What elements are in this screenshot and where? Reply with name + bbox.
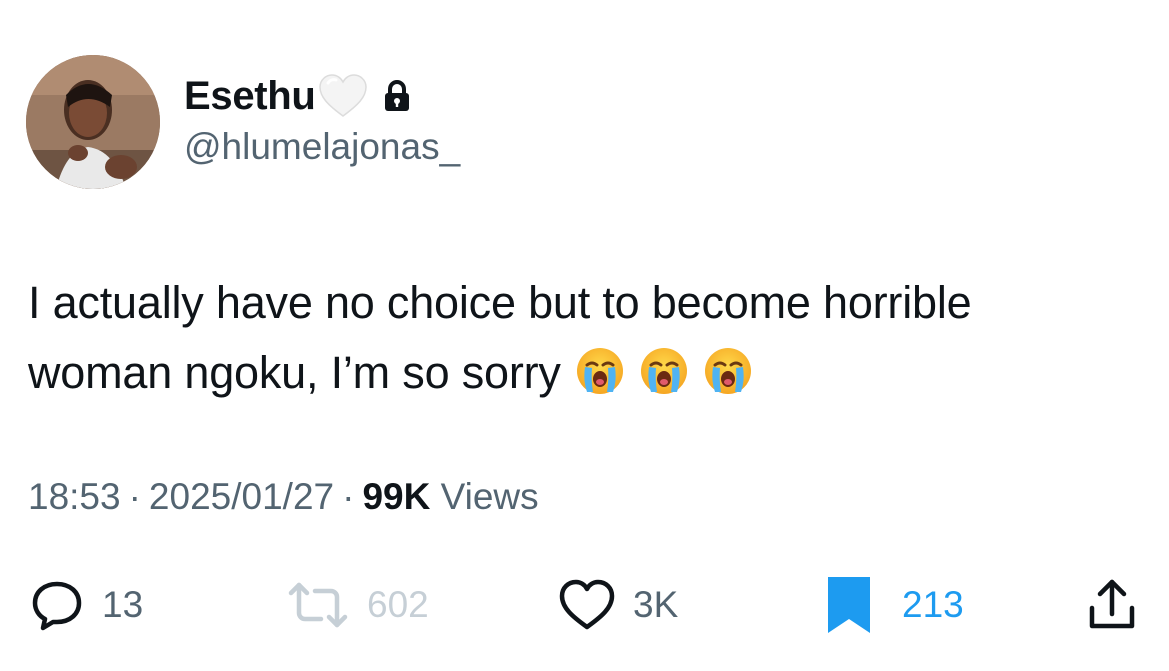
tweet-date[interactable]: 2025/01/27 [149,476,334,517]
loudly-crying-face-icon [575,346,625,396]
reply-count: 13 [102,584,144,625]
tweet-text-line: I actually have no choice but to become … [28,277,972,328]
tweet-time[interactable]: 18:53 [28,476,121,517]
like-count: 3K [633,584,679,625]
bookmark-icon [826,575,872,635]
lock-icon [382,79,412,113]
author-name-row: Esethu [184,70,412,122]
like-button[interactable]: 3K [557,570,678,640]
retweet-button[interactable]: 602 [285,570,429,640]
author-handle[interactable]: @hlumelajonas_ [184,126,460,168]
loudly-crying-face-icon [703,346,753,396]
tweet-text-line: woman ngoku, I’m so sorry [28,338,1148,408]
bookmark-count: 213 [902,584,964,625]
tweet-text: I actually have no choice but to become … [28,268,1148,408]
tweet-meta: 18:53 · 2025/01/27 · 99K Views [28,476,539,518]
author-display-name[interactable]: Esethu [184,74,316,119]
white-heart-icon [318,73,368,119]
retweet-icon [285,577,351,633]
reply-button[interactable]: 13 [28,570,143,640]
share-button[interactable] [1084,570,1140,640]
share-icon [1084,576,1140,634]
retweet-count: 602 [367,584,429,625]
meta-separator: · [128,476,141,517]
avatar[interactable] [26,55,160,189]
views-count: 99K [362,476,431,517]
tweet-card: Esethu @hlumelajonas_ I actually have no… [0,0,1169,671]
loudly-crying-face-icon [639,346,689,396]
reply-icon [28,576,86,634]
meta-separator: · [342,476,355,517]
heart-icon [557,577,617,633]
bookmark-button[interactable]: 213 [826,570,964,640]
action-bar: 13 602 3K 213 [0,570,1169,640]
views-label: Views [440,476,539,517]
tweet-text-segment: woman ngoku, I’m so sorry [28,347,561,398]
